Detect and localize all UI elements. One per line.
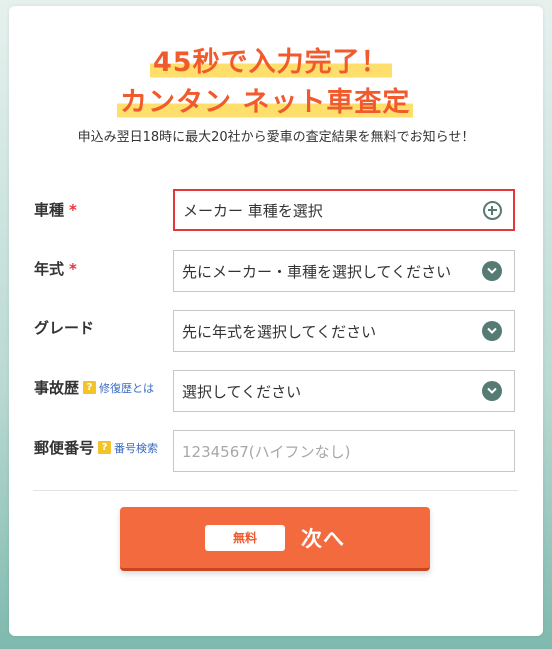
required-mark: * (69, 200, 77, 219)
chevron-down-icon (482, 321, 502, 341)
postal-label: 郵便番号 ? 番号検索 (34, 437, 158, 458)
help-icon[interactable]: ? (83, 381, 97, 394)
plus-circle-icon (483, 201, 502, 220)
postal-search-link[interactable]: 番号検索 (114, 440, 158, 456)
grade-label-text: グレード (34, 319, 95, 337)
subtitle: 申込み翌日18時に最大20社から愛車の査定結果を無料でお知らせ！ (77, 130, 475, 145)
accident-label-text: 事故歴 (34, 379, 80, 397)
form-card: 45秒で入力完了！ カンタン ネット車査定 申込み翌日18時に最大20社から愛車… (9, 6, 543, 636)
car-model-label-text: 車種 (34, 201, 65, 219)
car-model-select-value: メーカー 車種を選択 (183, 201, 323, 220)
year-label-text: 年式 (34, 260, 65, 278)
year-label: 年式 * (34, 258, 77, 279)
divider (33, 490, 518, 491)
postal-code-placeholder: 1234567(ハイフンなし) (182, 442, 351, 461)
grade-select[interactable]: 先に年式を選択してください (173, 310, 515, 352)
chevron-down-icon (482, 381, 502, 401)
postal-label-text: 郵便番号 (34, 439, 95, 457)
car-model-select[interactable]: メーカー 車種を選択 (173, 189, 515, 231)
next-button-label: 次へ (301, 526, 345, 551)
chevron-down-icon (482, 261, 502, 281)
grade-select-value: 先に年式を選択してください (182, 322, 377, 341)
grade-label: グレード (34, 317, 94, 338)
required-mark: * (69, 259, 77, 278)
car-model-label: 車種 * (34, 199, 77, 220)
headline-line-2: カンタン ネット車査定 (117, 86, 414, 120)
free-badge: 無料 (205, 524, 285, 551)
accident-select[interactable]: 選択してください (173, 370, 515, 412)
headline-line-1: 45秒で入力完了！ (150, 46, 392, 80)
help-icon[interactable]: ? (98, 441, 112, 454)
repair-history-help-link[interactable]: 修復歴とは (99, 380, 154, 396)
postal-code-input[interactable]: 1234567(ハイフンなし) (173, 430, 515, 472)
next-button[interactable]: 無料 次へ (120, 507, 430, 571)
accident-select-value: 選択してください (182, 382, 302, 401)
accident-label: 事故歴 ? 修復歴とは (34, 377, 154, 398)
year-select[interactable]: 先にメーカー・車種を選択してください (173, 250, 515, 292)
year-select-value: 先にメーカー・車種を選択してください (182, 262, 452, 281)
